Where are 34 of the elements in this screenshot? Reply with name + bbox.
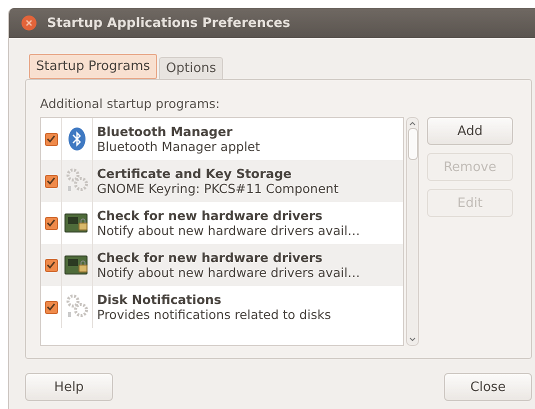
program-row[interactable]: Certificate and Key Storage GNOME Keyring: PKCS#11 Component — [41, 160, 403, 202]
program-description: Provides notifications related to disks — [97, 307, 331, 322]
program-name: Check for new hardware drivers — [97, 208, 324, 223]
scroll-thumb[interactable] — [408, 128, 418, 160]
bluetooth-icon — [68, 127, 86, 151]
footer-button[interactable]: Close — [444, 373, 532, 401]
gears-icon — [65, 294, 89, 320]
checkbox[interactable] — [44, 174, 58, 188]
list-label: Additional startup programs: — [40, 96, 221, 111]
program-row[interactable]: Check for new hardware drivers Notify about new hardware drivers avail… — [41, 244, 403, 286]
circuit-board-icon — [64, 253, 90, 277]
tab[interactable]: Startup Programs — [29, 54, 158, 79]
program-name: Check for new hardware drivers — [97, 250, 324, 265]
checkbox[interactable] — [44, 300, 58, 314]
program-description: GNOME Keyring: PKCS#11 Component — [97, 181, 338, 196]
circuit-board-icon — [64, 211, 90, 235]
checkbox[interactable] — [44, 258, 58, 272]
scroll-up-icon[interactable] — [409, 121, 416, 126]
footer-button[interactable]: Help — [25, 373, 113, 401]
checkbox[interactable] — [44, 216, 58, 230]
program-name: Bluetooth Manager — [97, 124, 234, 139]
program-name: Disk Notifications — [97, 292, 222, 307]
gears-icon — [65, 168, 89, 194]
close-icon[interactable] — [21, 15, 37, 31]
scroll-down-icon[interactable] — [409, 337, 416, 342]
checkbox[interactable] — [44, 132, 58, 146]
scrollbar[interactable] — [406, 117, 419, 346]
program-name: Certificate and Key Storage — [97, 166, 293, 181]
side-button[interactable]: Add — [427, 117, 513, 145]
program-description: Bluetooth Manager applet — [97, 139, 260, 154]
program-description: Notify about new hardware drivers avail… — [97, 223, 360, 238]
window-title: Startup Applications Preferences — [47, 16, 290, 30]
tab[interactable]: Options — [159, 57, 224, 79]
program-description: Notify about new hardware drivers avail… — [97, 265, 360, 280]
